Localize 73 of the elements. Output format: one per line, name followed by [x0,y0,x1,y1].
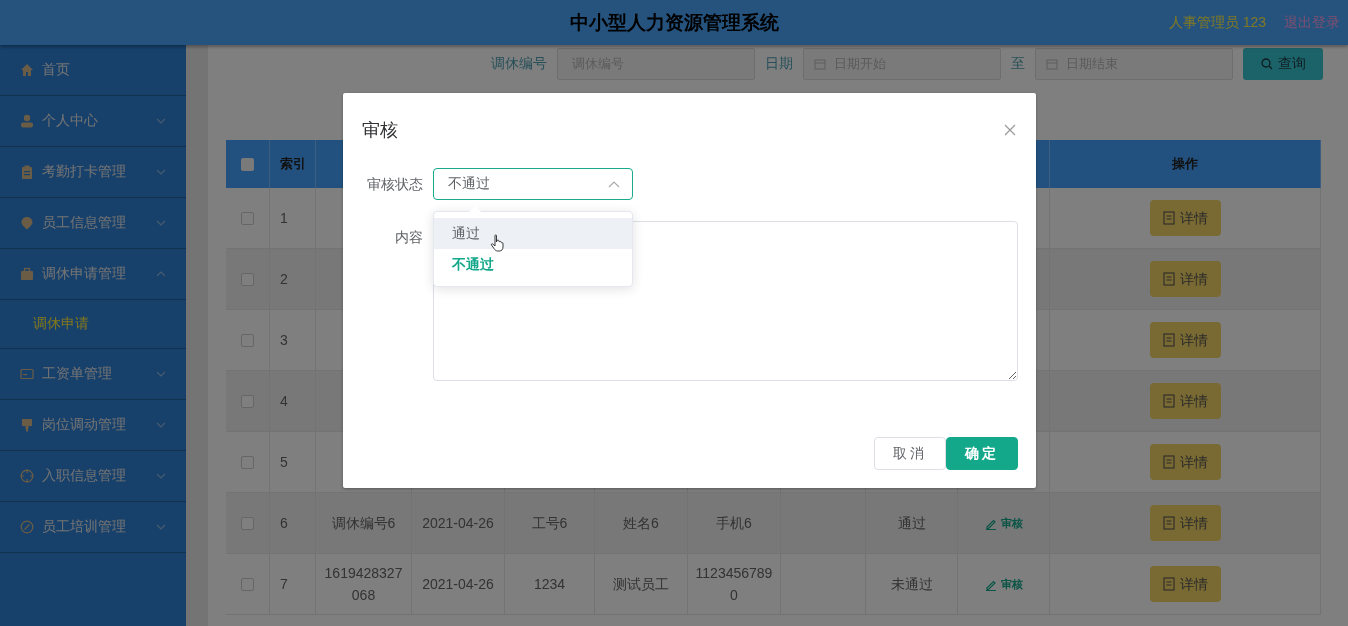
dropdown-option[interactable]: 通过 [434,218,632,249]
document-icon [1162,394,1175,408]
review-link[interactable]: 审核 [978,514,1029,532]
compass-icon [20,520,34,534]
table-cell: 11234567890 [688,554,781,615]
chevron-up-icon [608,180,620,188]
confirm-button[interactable]: 确定 [946,437,1018,470]
document-icon [1162,577,1175,591]
column-header: 操作 [1050,140,1321,188]
detail-button[interactable]: 详情 [1149,261,1221,297]
table-cell: 调休编号6 [316,493,412,554]
detail-button[interactable]: 详情 [1149,200,1221,236]
field-label: 内容 [394,228,423,247]
search-icon [1260,57,1273,70]
checkbox[interactable] [241,455,254,469]
pin-icon [20,216,34,230]
status-select[interactable]: 不通过 [433,168,633,200]
cancel-button[interactable]: 取消 [874,437,946,470]
hand-cursor-icon [490,234,504,252]
document-icon [1162,516,1175,530]
table-cell: 姓名6 [595,493,688,554]
table-cell: 2 [270,249,316,310]
detail-button[interactable]: 详情 [1149,505,1221,541]
table-cell: 5 [270,432,316,493]
checkbox[interactable] [241,272,254,286]
home-icon [20,63,34,77]
detail-button[interactable]: 详情 [1149,444,1221,480]
review-link[interactable]: 审核 [978,575,1029,593]
checkbox[interactable] [241,211,254,225]
dialog-title: 审核 [362,119,398,142]
table-cell: 2021-04-26 [412,493,505,554]
checkbox[interactable] [241,394,254,408]
search-button[interactable]: 查询 [1243,47,1323,80]
table-cell: 工号6 [505,493,595,554]
person-icon [20,114,34,128]
table-cell: 通过 [866,493,958,554]
card-icon [20,367,34,381]
table-cell: 测试员工 [595,554,688,615]
checkbox[interactable] [241,516,254,530]
user-name: 人事管理员 123 [1168,13,1266,32]
table-cell: 1619428327068 [316,554,412,615]
table-cell: 1 [270,188,316,249]
clipboard-icon [20,165,34,179]
table-cell: 4 [270,371,316,432]
field-label: 审核状态 [366,175,423,194]
checkbox[interactable] [241,577,254,591]
table-cell: 7 [270,554,316,615]
detail-button[interactable]: 详情 [1149,566,1221,602]
field-label: 调休编号 [491,54,547,73]
table-cell: 6 [270,493,316,554]
field-label: 至 [1011,54,1025,73]
close-button[interactable] [1004,124,1016,136]
app-title: 中小型人力资源管理系统 [569,10,779,35]
table-cell: 1234 [505,554,595,615]
detail-button[interactable]: 详情 [1149,383,1221,419]
stamp-icon [20,418,34,432]
document-icon [1162,211,1175,225]
target-icon [20,469,34,483]
dropdown-option[interactable]: 不通过 [434,249,632,280]
checkbox[interactable] [241,333,254,347]
document-icon [1162,333,1175,347]
column-header: 索引 [270,140,316,188]
table-cell: 3 [270,310,316,371]
checkbox[interactable] [241,157,254,171]
close-icon [1004,124,1016,136]
table-cell: 未通过 [866,554,958,615]
briefcase-icon [20,267,34,281]
detail-button[interactable]: 详情 [1149,322,1221,358]
table-cell: 手机6 [688,493,781,554]
field-label: 日期 [765,54,793,73]
table-cell: 2021-04-26 [412,554,505,615]
document-icon [1162,455,1175,469]
document-icon [1162,272,1175,286]
